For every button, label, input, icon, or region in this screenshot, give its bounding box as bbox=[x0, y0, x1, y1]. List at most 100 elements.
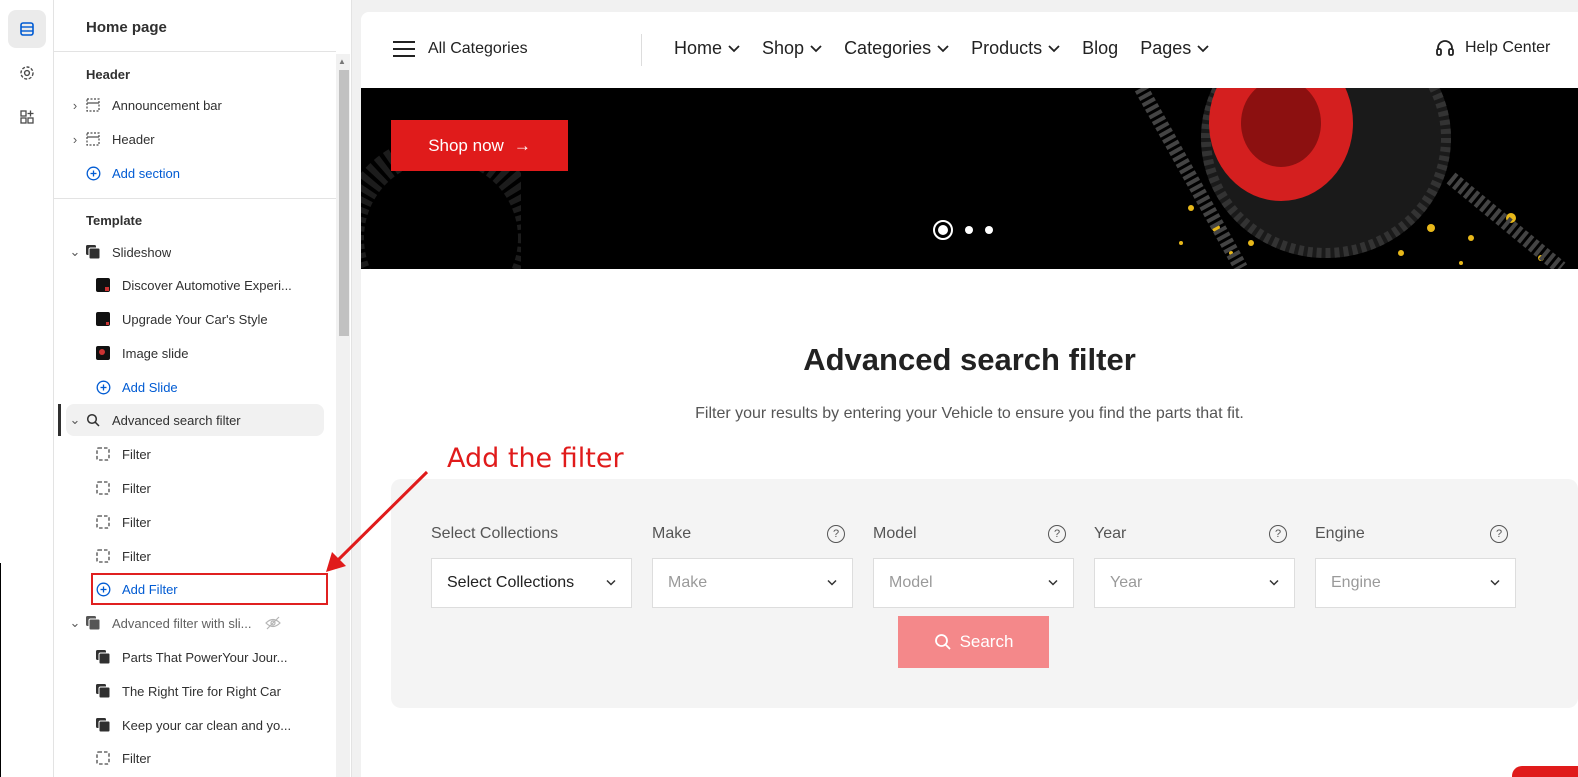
section-advanced-search-filter[interactable]: ⌄ Advanced search filter bbox=[66, 404, 324, 436]
section-layout-icon bbox=[84, 130, 102, 148]
header-group-heading: Header bbox=[86, 67, 131, 82]
block-filter-3[interactable]: Filter bbox=[94, 507, 324, 537]
help-center-label: Help Center bbox=[1465, 39, 1551, 56]
annotation-highlight-box bbox=[91, 573, 328, 605]
nav-item-products[interactable]: Products bbox=[971, 38, 1060, 59]
section-label: Advanced search filter bbox=[112, 412, 241, 428]
chat-widget-button[interactable] bbox=[1512, 766, 1578, 777]
section-announcement-bar[interactable]: › Announcement bar bbox=[66, 90, 324, 120]
nav-item-home[interactable]: Home bbox=[674, 38, 740, 59]
divider bbox=[641, 34, 642, 66]
add-slide-button[interactable]: Add Slide bbox=[94, 372, 324, 402]
main-nav: Home Shop Categories Products Blog Pages bbox=[674, 38, 1209, 59]
filter-select-make[interactable]: Make bbox=[652, 558, 853, 608]
filter-select-year[interactable]: Year bbox=[1094, 558, 1295, 608]
editor-sidebar: Home page Header › Announcement bar › He… bbox=[54, 0, 352, 777]
add-section-button[interactable]: Add section bbox=[66, 158, 324, 188]
filter-field-label: Engine? bbox=[1315, 520, 1516, 548]
chevron-down-icon bbox=[1048, 44, 1060, 52]
sections-icon[interactable] bbox=[8, 10, 46, 48]
image-slide-icon bbox=[94, 276, 112, 294]
chevron-down-icon[interactable]: ⌄ bbox=[66, 608, 84, 638]
block-filter-1[interactable]: Filter bbox=[94, 439, 324, 469]
block-slide-item-1[interactable]: Parts That PowerYour Jour... bbox=[94, 642, 324, 672]
site-header: All Categories Home Shop Categories Product… bbox=[361, 12, 1578, 88]
tire-image bbox=[1134, 88, 1566, 269]
settings-gear-icon[interactable] bbox=[8, 54, 46, 92]
chevron-down-icon bbox=[1048, 579, 1058, 586]
chevron-down-icon[interactable]: ⌄ bbox=[66, 237, 84, 267]
chevron-right-icon[interactable]: › bbox=[66, 124, 84, 154]
scroll-up-arrow-icon[interactable]: ▲ bbox=[338, 57, 346, 66]
nav-item-shop[interactable]: Shop bbox=[762, 38, 822, 59]
section-layout-icon bbox=[84, 96, 102, 114]
section-header[interactable]: › Header bbox=[66, 124, 324, 154]
filter-select-model[interactable]: Model bbox=[873, 558, 1074, 608]
chevron-down-icon bbox=[1197, 44, 1209, 52]
filter-block-icon bbox=[94, 547, 112, 565]
block-slide-1[interactable]: Discover Automotive Experi... bbox=[94, 270, 324, 300]
slide-dot[interactable] bbox=[965, 226, 973, 234]
sidebar-scroll-thumb[interactable] bbox=[339, 70, 349, 336]
divider bbox=[54, 198, 336, 199]
section-advanced-filter-slider[interactable]: ⌄ Advanced filter with sli... bbox=[66, 608, 324, 638]
help-question-icon[interactable]: ? bbox=[1269, 525, 1287, 543]
chevron-down-icon bbox=[1269, 579, 1279, 586]
block-label: Filter bbox=[122, 514, 151, 530]
select-value: Model bbox=[889, 574, 933, 591]
slideshow-icon bbox=[84, 614, 102, 632]
section-title: Advanced search filter bbox=[803, 342, 1136, 377]
chevron-down-icon bbox=[1490, 579, 1500, 586]
filter-select-select-collections[interactable]: Select Collections bbox=[431, 558, 632, 608]
nav-item-blog[interactable]: Blog bbox=[1082, 38, 1118, 59]
chevron-down-icon[interactable]: ⌄ bbox=[66, 405, 84, 435]
app-rail bbox=[0, 0, 54, 777]
select-value: Make bbox=[668, 574, 708, 591]
block-slide-3[interactable]: Image slide bbox=[94, 338, 324, 368]
shop-now-label: Shop now bbox=[428, 135, 504, 155]
help-question-icon[interactable]: ? bbox=[1048, 525, 1066, 543]
block-label: Filter bbox=[122, 750, 151, 766]
slideshow-icon bbox=[84, 243, 102, 261]
hero-slideshow: Shop now → bbox=[361, 88, 1578, 269]
section-slideshow[interactable]: ⌄ Slideshow bbox=[66, 237, 324, 267]
apps-icon[interactable] bbox=[8, 98, 46, 136]
all-categories-link[interactable]: All Categories bbox=[428, 40, 528, 58]
filter-field-model: Model? Model bbox=[873, 520, 1074, 608]
help-question-icon[interactable]: ? bbox=[827, 525, 845, 543]
slide-block-icon bbox=[94, 716, 112, 734]
block-slide-item-2[interactable]: The Right Tire for Right Car bbox=[94, 676, 324, 706]
filter-block-icon bbox=[94, 445, 112, 463]
search-button[interactable]: Search bbox=[898, 616, 1049, 668]
slide-dot-active[interactable] bbox=[933, 220, 953, 240]
help-center-link[interactable]: Help Center bbox=[1435, 39, 1550, 57]
block-filter-2[interactable]: Filter bbox=[94, 473, 324, 503]
block-label: Upgrade Your Car's Style bbox=[122, 311, 268, 327]
block-filter-4[interactable]: Filter bbox=[94, 541, 324, 571]
nav-label: Pages bbox=[1140, 38, 1192, 58]
plus-circle-icon bbox=[84, 164, 102, 182]
field-label-text: Make bbox=[652, 525, 692, 542]
block-label: The Right Tire for Right Car bbox=[122, 683, 281, 699]
shop-now-button[interactable]: Shop now → bbox=[391, 120, 568, 171]
filter-select-engine[interactable]: Engine bbox=[1315, 558, 1516, 608]
field-label-text: Year bbox=[1094, 525, 1127, 542]
nav-item-categories[interactable]: Categories bbox=[844, 38, 949, 59]
chevron-right-icon[interactable]: › bbox=[66, 90, 84, 120]
section-label: Announcement bar bbox=[112, 97, 222, 113]
image-slide-icon bbox=[94, 310, 112, 328]
filter-field-year: Year? Year bbox=[1094, 520, 1295, 608]
section-label: Header bbox=[112, 131, 155, 147]
block-slide-item-3[interactable]: Keep your car clean and yo... bbox=[94, 710, 324, 740]
block-slide-2[interactable]: Upgrade Your Car's Style bbox=[94, 304, 324, 334]
template-group-heading: Template bbox=[86, 213, 143, 228]
hamburger-menu-icon[interactable] bbox=[393, 41, 415, 57]
block-filter-5[interactable]: Filter bbox=[94, 743, 324, 773]
filter-field-engine: Engine? Engine bbox=[1315, 520, 1516, 608]
hidden-eye-icon[interactable] bbox=[265, 616, 282, 630]
slide-dot[interactable] bbox=[985, 226, 993, 234]
divider bbox=[0, 563, 1, 777]
help-question-icon[interactable]: ? bbox=[1490, 525, 1508, 543]
select-value: Year bbox=[1110, 574, 1143, 591]
nav-item-pages[interactable]: Pages bbox=[1140, 38, 1209, 59]
